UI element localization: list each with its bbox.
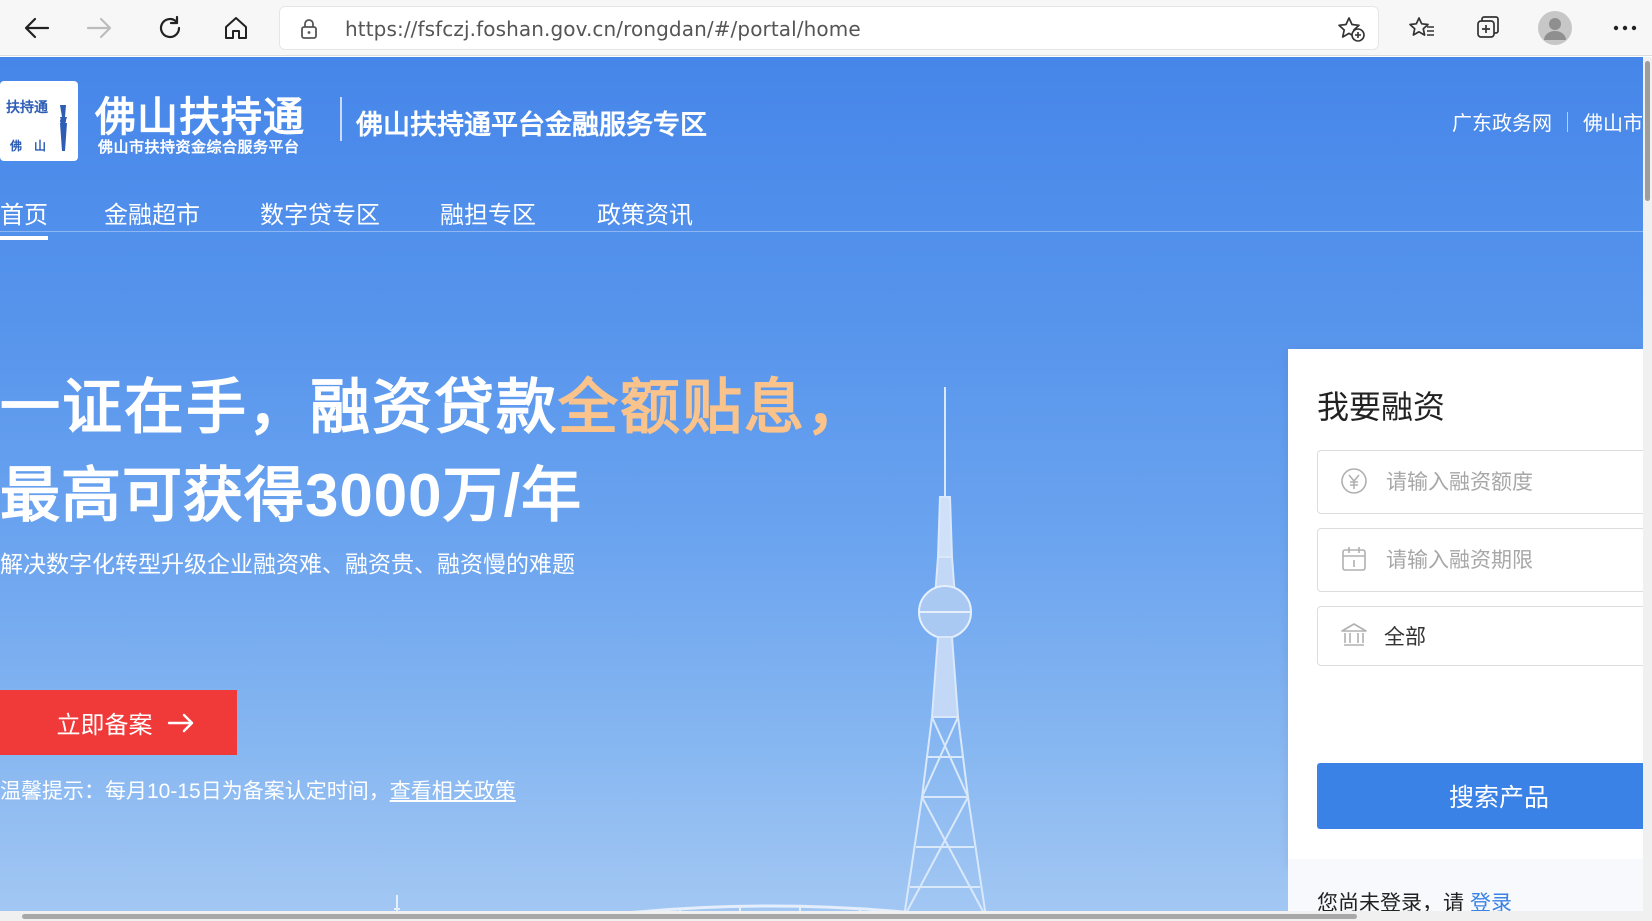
hero-headline-highlight: 全额贴息， [558, 374, 868, 441]
search-products-button[interactable]: 搜索产品 [1317, 763, 1643, 829]
amount-field[interactable] [1317, 450, 1643, 514]
view-policy-link[interactable]: 查看相关政策 [390, 780, 516, 803]
nav-guarantee[interactable]: 融担专区 [440, 195, 536, 236]
add-favorite-icon[interactable] [1337, 16, 1365, 42]
logo-badge-bottom-text: 佛山 [10, 139, 59, 153]
hero-subtitle: 解决数字化转型升级企业融资难、融资贵、融资慢的难题 [0, 551, 575, 577]
term-field[interactable] [1317, 528, 1643, 592]
register-now-button[interactable]: 立即备案 [0, 690, 237, 755]
horizontal-scrollbar[interactable] [0, 911, 1643, 921]
nav-digital-loan[interactable]: 数字贷专区 [260, 195, 380, 236]
term-input[interactable] [1384, 539, 1638, 583]
header-divider [340, 97, 342, 141]
favorites-button[interactable] [1402, 8, 1442, 48]
favorites-star-icon [1409, 17, 1434, 36]
url-text[interactable]: https://fsfczj.foshan.gov.cn/rongdan/#/p… [345, 17, 861, 41]
arrow-right-icon [167, 713, 193, 732]
tower-logo-icon [60, 91, 67, 151]
bank-icon [1341, 623, 1367, 646]
amount-input[interactable] [1384, 461, 1638, 505]
refresh-button[interactable] [150, 8, 190, 48]
finance-search-panel: 我要融资 全部 搜索产品 您尚未登录，请登录 [1288, 349, 1643, 921]
vertical-scrollbar[interactable] [1643, 57, 1652, 921]
forward-arrow-icon [86, 17, 112, 39]
guangdong-gov-link[interactable]: 广东政务网 [1452, 107, 1552, 136]
top-link-separator [1567, 111, 1568, 132]
main-nav: 首页 金融超市 数字贷专区 融担专区 政策资讯 [0, 185, 1643, 240]
tv-tower-illustration [902, 387, 988, 918]
bank-select-value: 全部 [1384, 626, 1426, 649]
logo-badge[interactable]: 扶持通 佛山 [0, 81, 78, 161]
logo-title[interactable]: 佛山扶持通 [95, 83, 305, 143]
foshan-city-link[interactable]: 佛山市 [1583, 107, 1643, 136]
hero-headline-line1: 一证在手，融资贷款全额贴息， [0, 359, 868, 446]
tip-prefix: 温馨提示：每月10-15日为备案认定时间， [0, 780, 390, 803]
avatar-icon [1538, 11, 1572, 45]
lock-icon[interactable] [299, 18, 319, 40]
logo-badge-top-text: 扶持通 [6, 100, 48, 116]
forward-button[interactable] [79, 8, 119, 48]
logo-subtitle: 佛山市扶持资金综合服务平台 [98, 138, 300, 156]
register-now-label: 立即备案 [56, 712, 153, 739]
hero-headline-line2: 最高可获得3000万/年 [0, 462, 583, 529]
hero-headline-prefix: 一证在手，融资贷款 [0, 374, 558, 441]
nav-policy-news[interactable]: 政策资讯 [597, 195, 693, 236]
web-page: 扶持通 佛山 佛山扶持通 佛山市扶持资金综合服务平台 佛山扶持通平台金融服务专区… [0, 57, 1643, 921]
browser-toolbar: https://fsfczj.foshan.gov.cn/rongdan/#/p… [0, 0, 1652, 56]
collections-icon [1477, 16, 1499, 38]
platform-title: 佛山扶持通平台金融服务专区 [356, 110, 707, 140]
back-button[interactable] [17, 8, 57, 48]
nav-finance-market[interactable]: 金融超市 [104, 195, 200, 236]
calendar-icon [1342, 547, 1366, 571]
vertical-scroll-thumb[interactable] [1645, 61, 1650, 201]
home-button[interactable] [216, 8, 256, 48]
yuan-icon [1341, 468, 1367, 494]
profile-button[interactable] [1535, 8, 1575, 48]
panel-title: 我要融资 [1317, 389, 1446, 425]
bank-select[interactable]: 全部 [1317, 606, 1643, 666]
home-icon [225, 17, 247, 39]
collections-button[interactable] [1468, 8, 1508, 48]
address-bar[interactable]: https://fsfczj.foshan.gov.cn/rongdan/#/p… [279, 6, 1379, 50]
nav-home[interactable]: 首页 [0, 195, 48, 240]
horizontal-scroll-thumb[interactable] [22, 914, 1357, 919]
more-dots-icon [1613, 25, 1637, 31]
top-links: 广东政务网 佛山市 [1452, 107, 1643, 136]
more-menu-button[interactable] [1605, 8, 1645, 48]
back-arrow-icon [24, 17, 50, 39]
tip-text: 温馨提示：每月10-15日为备案认定时间，查看相关政策 [0, 775, 516, 805]
refresh-icon [159, 15, 181, 39]
